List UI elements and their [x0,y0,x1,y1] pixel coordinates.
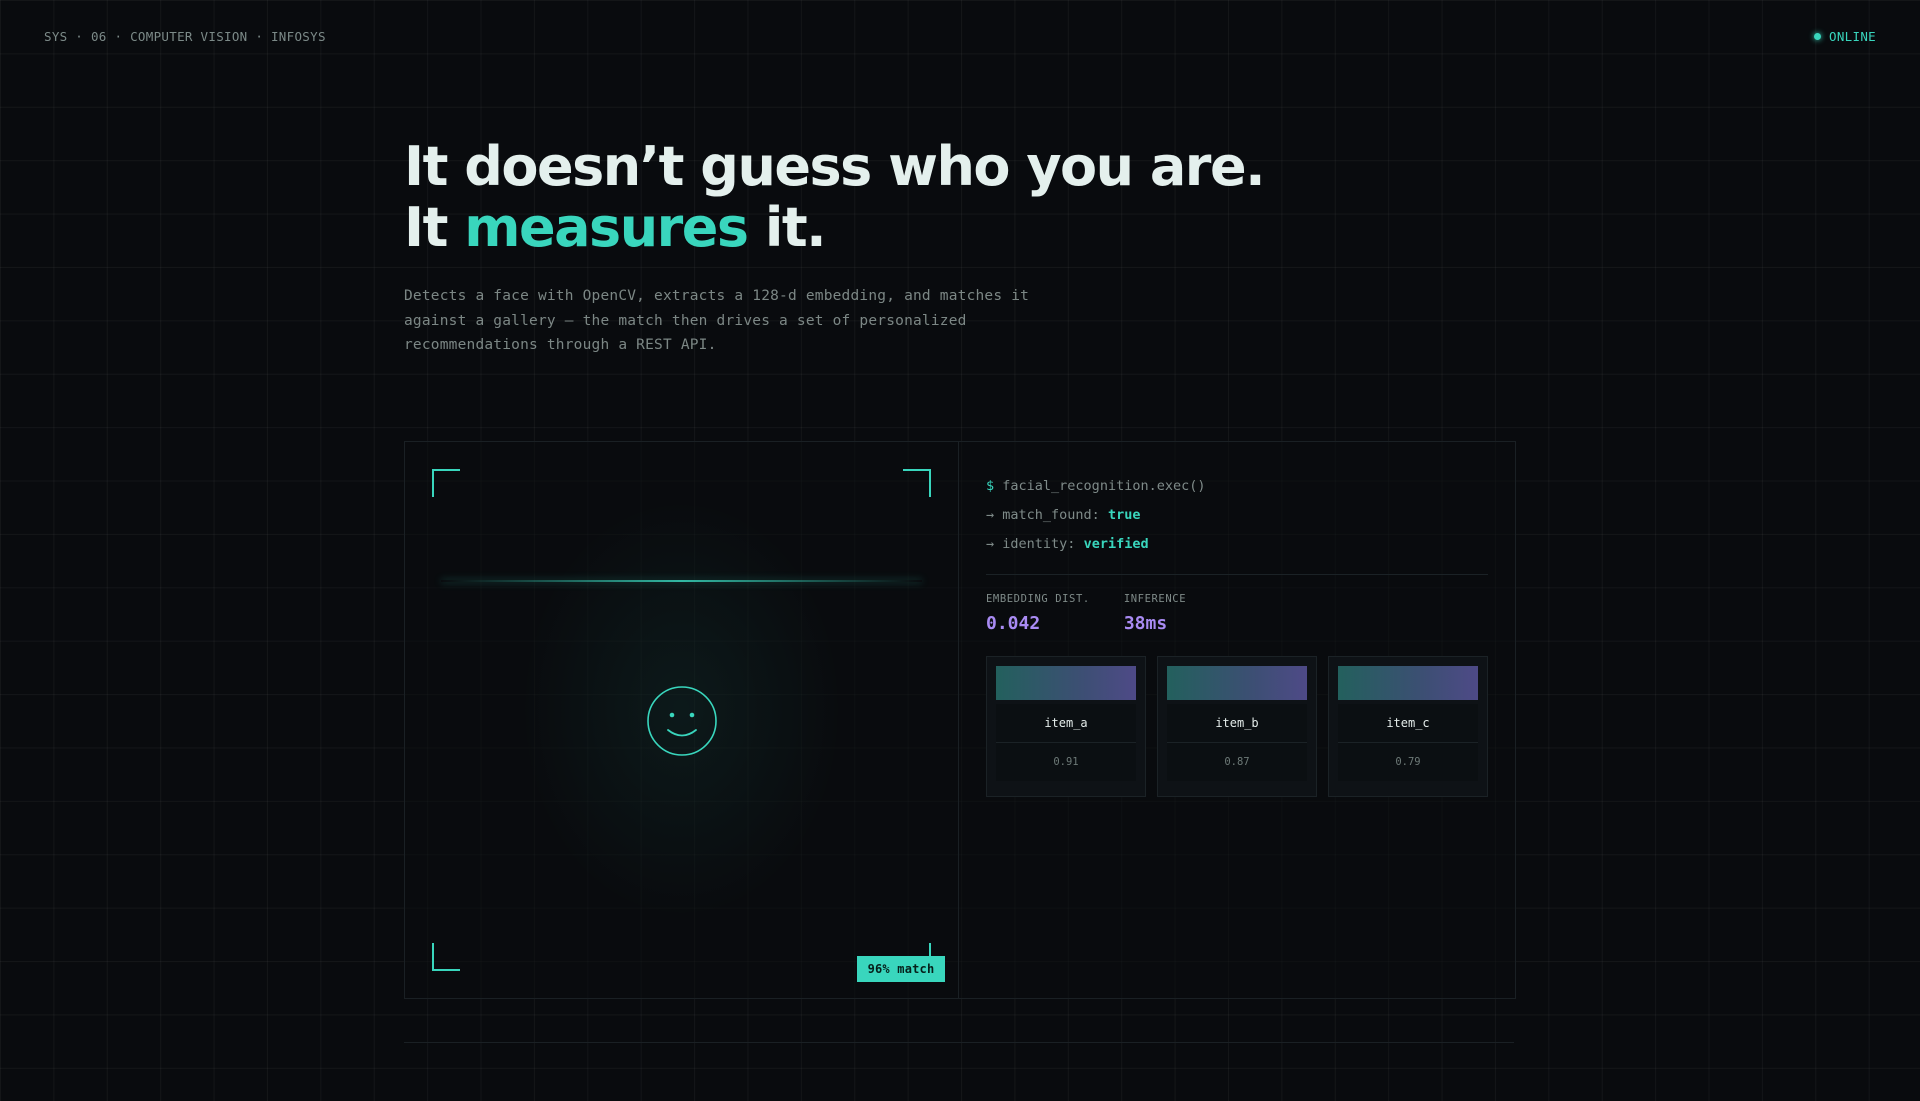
arrow-icon: → [986,536,995,552]
breadcrumb-separator: · [106,28,131,44]
footer-divider [404,1042,1514,1043]
match-found-value: true [1107,507,1141,523]
demo-panel: 96% match $ facial_recognition.exec() → … [404,441,1516,999]
console-match-line: → match_found: true [986,501,1488,530]
status-label: ONLINE [1829,28,1876,44]
viewfinder-corner-bottom-left [432,943,460,971]
card-thumbnail [996,666,1136,700]
hero-description: Detects a face with OpenCV, extracts a 1… [404,288,1030,353]
breadcrumb-separator: · [67,28,91,44]
breadcrumb-item: COMPUTER VISION [130,28,248,44]
divider [986,574,1488,575]
identity-key: identity: [1002,536,1076,552]
status-dot-icon [1814,32,1822,40]
match-badge: 96% match [857,956,945,982]
card-score: 0.79 [1338,743,1478,781]
console-command-line: $ facial_recognition.exec() [986,472,1488,501]
card-name: item_a [996,704,1136,743]
arrow-icon: → [986,507,995,523]
console-command: facial_recognition.exec() [1002,478,1206,494]
card-name: item_b [1167,704,1307,743]
card-score: 0.91 [996,743,1136,781]
breadcrumb: SYS · 06 · COMPUTER VISION · INFOSYS [44,29,326,44]
breadcrumb-item: INFOSYS [270,28,326,44]
card-thumbnail [1167,666,1307,700]
headline-line-2-prefix: It [404,196,465,259]
card-score: 0.87 [1167,743,1307,781]
console-prompt: $ [986,478,995,494]
console-identity-line: → identity: verified [986,530,1488,559]
recommendation-card[interactable]: item_a 0.91 [986,656,1146,797]
top-bar: SYS · 06 · COMPUTER VISION · INFOSYS ONL… [44,26,1876,46]
recommendation-card[interactable]: item_b 0.87 [1157,656,1317,797]
recommendation-cards: item_a 0.91 item_b 0.87 item_c 0.79 [986,656,1488,797]
breadcrumb-item: 06 [90,28,107,44]
identity-value: verified [1083,536,1149,552]
recommendation-card[interactable]: item_c 0.79 [1328,656,1488,797]
viewfinder-corner-top-left [432,469,460,497]
match-found-key: match_found: [1002,507,1100,523]
metric-inference: INFERENCE 38ms [1124,593,1186,634]
metric-value: 38ms [1123,613,1168,634]
breadcrumb-separator: · [247,28,271,44]
headline-line-2-suffix: it. [747,196,827,259]
metric-label: EMBEDDING DIST. [986,593,1090,605]
page-title: It doesn’t guess who you are. It measure… [404,136,1304,258]
metric-value: 0.042 [986,613,1041,634]
camera-viewport: 96% match [405,442,959,998]
metric-embedding-distance: EMBEDDING DIST. 0.042 [986,593,1090,634]
status-indicator: ONLINE [1814,29,1876,44]
headline-accent-word: measures [464,196,749,259]
card-name: item_c [1338,704,1478,743]
console-output: $ facial_recognition.exec() → match_foun… [959,442,1515,998]
scan-line [441,580,922,582]
card-thumbnail [1338,666,1478,700]
headline-line-1: It doesn’t guess who you are. [404,135,1266,198]
breadcrumb-item: SYS [44,28,68,44]
metric-label: INFERENCE [1123,593,1187,605]
viewfinder-corner-top-right [903,469,931,497]
smiley-face-icon [647,686,717,756]
metrics-row: EMBEDDING DIST. 0.042 INFERENCE 38ms [986,593,1488,634]
hero-section: It doesn’t guess who you are. It measure… [404,136,1304,358]
